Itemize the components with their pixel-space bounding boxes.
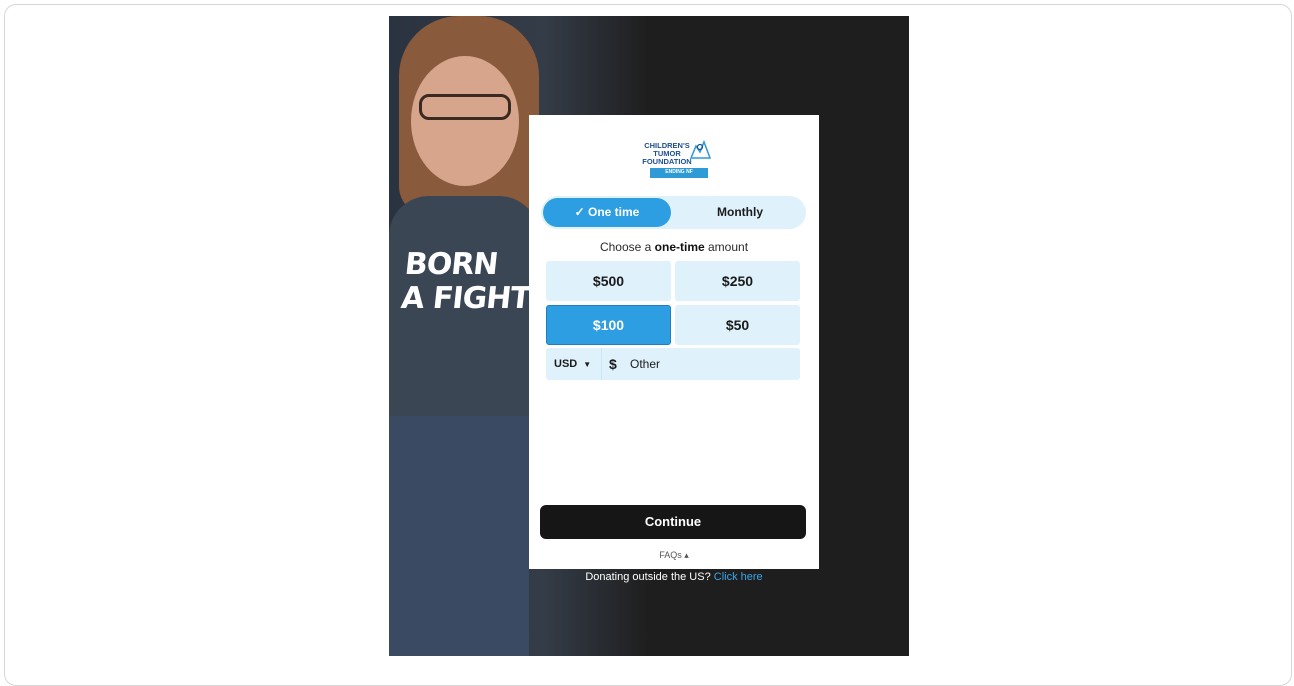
amount-500-button[interactable]: $500 bbox=[546, 261, 671, 301]
continue-button[interactable]: Continue bbox=[540, 505, 806, 539]
currency-select[interactable]: USD ▼ bbox=[546, 348, 602, 380]
amount-100-button[interactable]: $100 bbox=[546, 305, 671, 345]
amount-50-button[interactable]: $50 bbox=[675, 305, 800, 345]
logo-emblem-icon bbox=[689, 139, 712, 159]
monthly-button[interactable]: Monthly bbox=[677, 198, 803, 227]
other-amount-input[interactable] bbox=[630, 352, 790, 376]
other-amount-row: USD ▼ $ bbox=[546, 348, 800, 380]
currency-symbol: $ bbox=[609, 356, 617, 372]
faqs-toggle[interactable]: FAQs ▴ bbox=[529, 550, 819, 561]
logo-tagline: ENDING NF bbox=[665, 169, 693, 175]
amount-prompt: Choose a one-time amount bbox=[599, 240, 749, 254]
amount-250-button[interactable]: $250 bbox=[675, 261, 800, 301]
one-time-button[interactable]: ✓ One time bbox=[543, 198, 671, 227]
foundation-logo: CHILDREN'S TUMOR FOUNDATION ENDING NF bbox=[634, 138, 714, 180]
outside-us-note: Donating outside the US? Click here bbox=[585, 571, 763, 583]
chevron-down-icon: ▼ bbox=[583, 360, 592, 369]
frequency-toggle: ✓ One time Monthly bbox=[541, 196, 806, 229]
click-here-link[interactable]: Click here bbox=[714, 571, 763, 583]
